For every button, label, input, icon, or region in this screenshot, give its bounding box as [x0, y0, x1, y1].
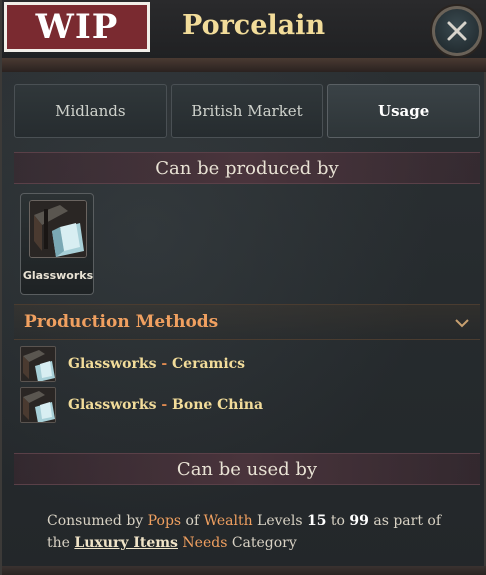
used-by-header: Can be used by [14, 453, 480, 485]
produced-by-header: Can be produced by [14, 152, 480, 184]
usage-description: Consumed by Pops of Wealth Levels 15 to … [47, 510, 467, 554]
min-level: 15 [306, 513, 327, 529]
header-frame [2, 58, 486, 72]
production-methods-header[interactable]: Production Methods [14, 304, 480, 340]
pops-link[interactable]: Pops [148, 513, 181, 529]
pm-row[interactable]: Glassworks - Bone China [20, 387, 460, 423]
glassworks-icon [29, 200, 87, 258]
tab-label: Midlands [55, 102, 126, 120]
text-fragment: Category [227, 535, 297, 551]
pm-row[interactable]: Glassworks - Ceramics [20, 346, 460, 382]
bottom-frame [2, 566, 486, 575]
pm-building: Glassworks [68, 397, 157, 413]
produced-by-heading: Can be produced by [155, 157, 339, 179]
wealth-link[interactable]: Wealth [204, 513, 253, 529]
close-icon [447, 21, 467, 41]
panel-header: WIP Porcelain [2, 0, 486, 72]
porcelain-panel: WIP Porcelain Midlands British Market Us… [0, 0, 486, 575]
pm-method: Bone China [172, 397, 264, 413]
pm-label: Glassworks - Ceramics [68, 356, 245, 372]
text-fragment: Consumed by [47, 513, 148, 529]
production-methods-title: Production Methods [24, 312, 219, 332]
needs-link[interactable]: Needs [182, 535, 227, 551]
tab-bar: Midlands British Market Usage [14, 84, 481, 140]
tab-label: British Market [191, 102, 303, 120]
text-fragment: of [181, 513, 204, 529]
pm-label: Glassworks - Bone China [68, 397, 263, 413]
pm-separator: - [161, 397, 168, 413]
tab-usage[interactable]: Usage [327, 84, 481, 138]
close-button[interactable] [432, 6, 482, 56]
max-level: 99 [349, 513, 369, 529]
used-by-heading: Can be used by [176, 458, 318, 480]
tab-label: Usage [378, 102, 430, 120]
luxury-items-link[interactable]: Luxury Items [74, 535, 178, 551]
page-title: Porcelain [182, 10, 326, 41]
pm-separator: - [161, 356, 168, 372]
text-fragment: Levels [252, 513, 307, 529]
glassworks-icon [20, 387, 56, 423]
wip-badge: WIP [4, 2, 150, 52]
pm-method: Ceramics [172, 356, 246, 372]
glassworks-icon [20, 346, 56, 382]
building-label: Glassworks [22, 269, 94, 282]
tab-british-market[interactable]: British Market [170, 84, 324, 138]
building-card-glassworks[interactable]: Glassworks [20, 193, 94, 295]
pm-building: Glassworks [68, 356, 157, 372]
text-fragment: to [326, 513, 350, 529]
tab-midlands[interactable]: Midlands [14, 84, 167, 138]
chevron-down-icon [455, 319, 469, 328]
